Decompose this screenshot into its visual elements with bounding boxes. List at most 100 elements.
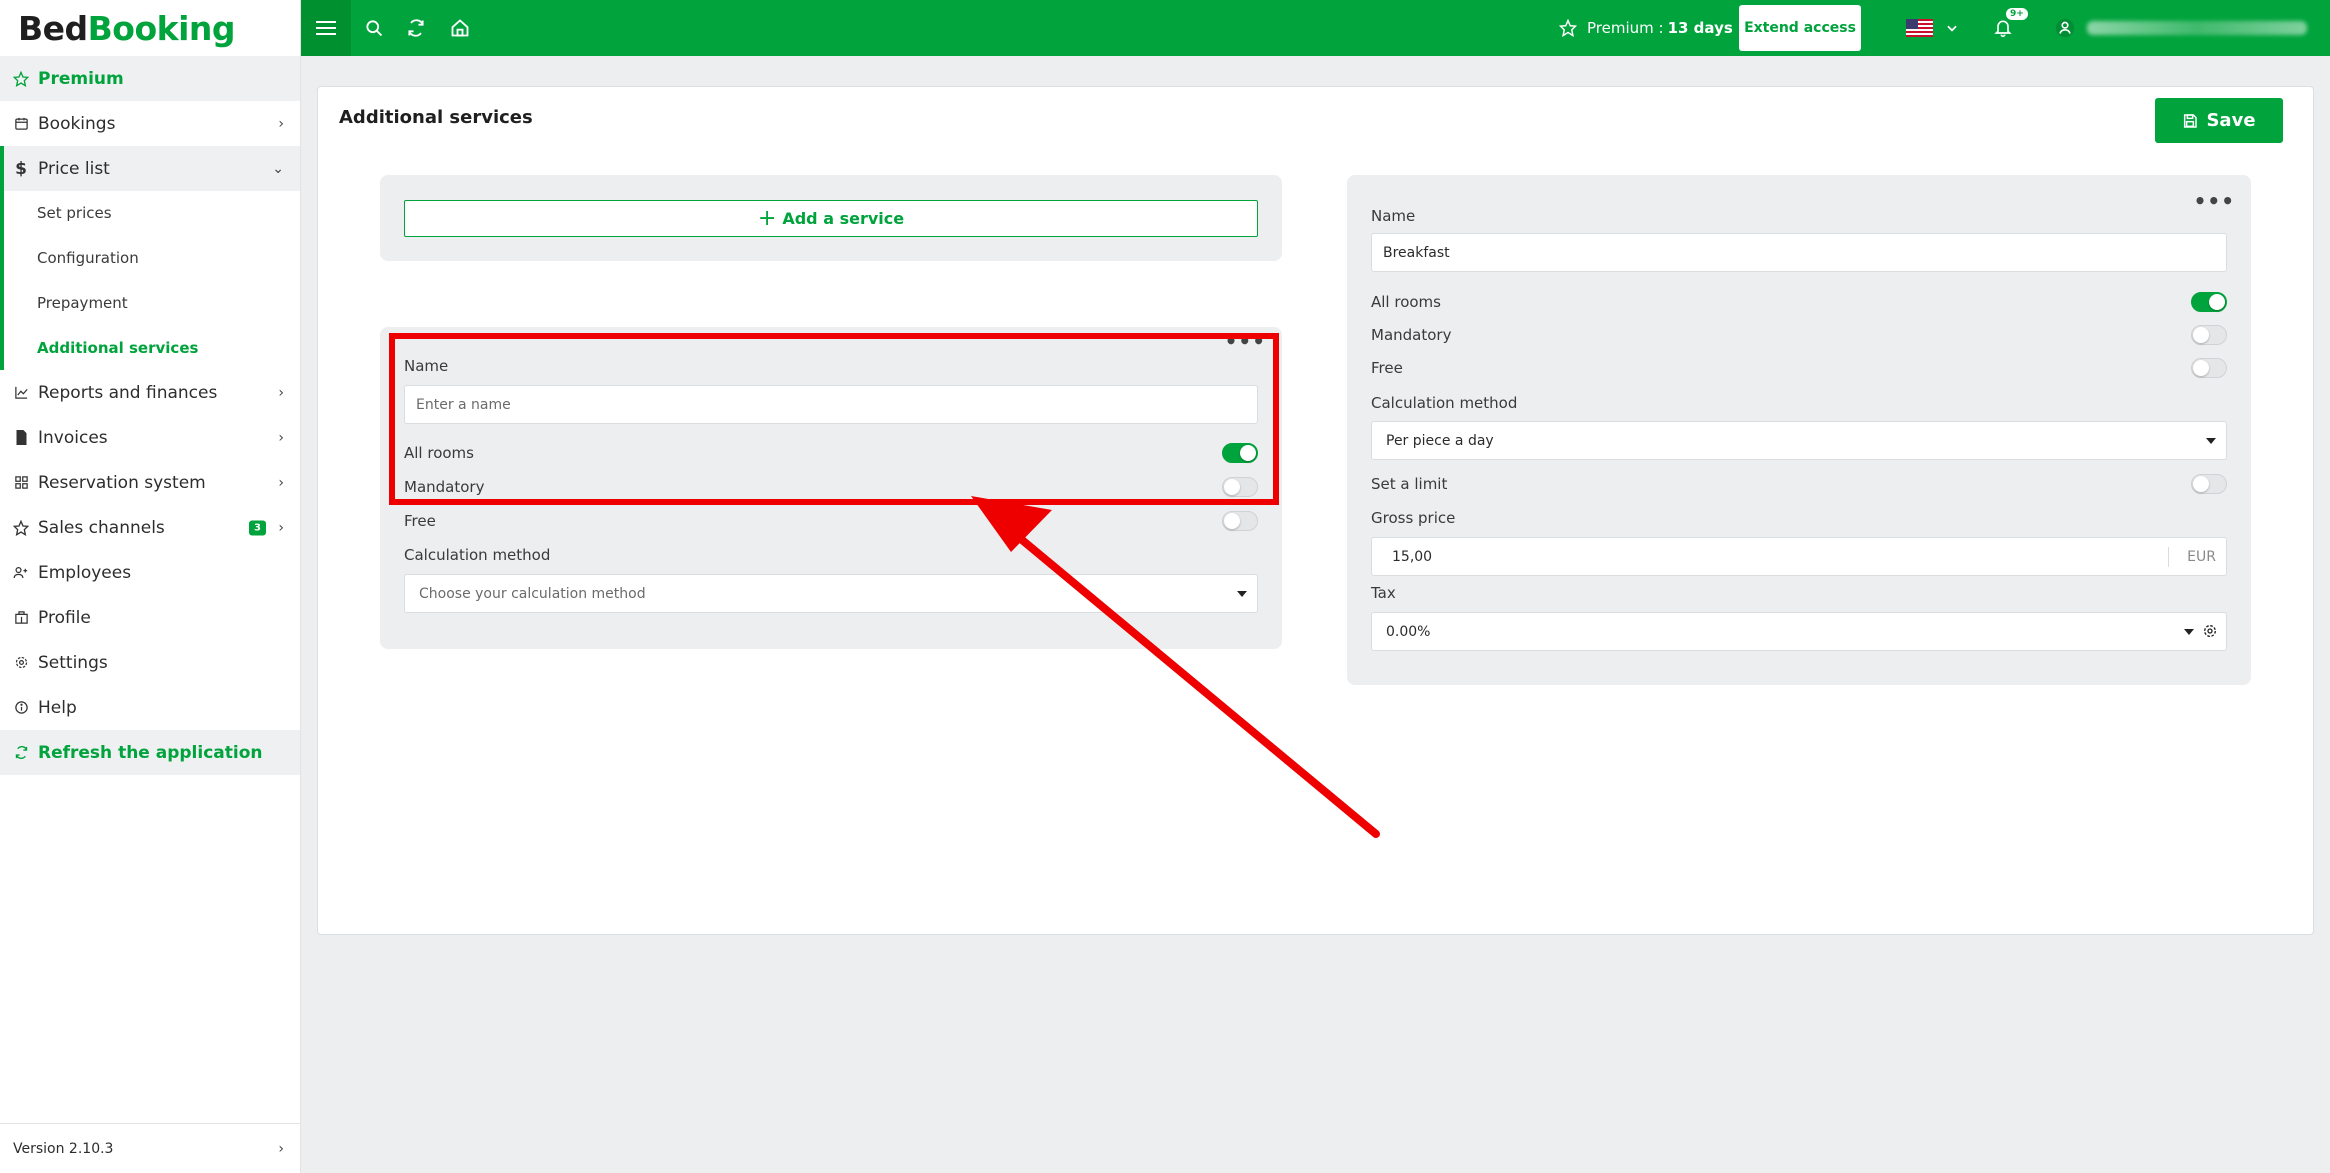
extend-access-button[interactable]: Extend access: [1739, 5, 1861, 51]
sidebar-item-price-list[interactable]: $ Price list ⌄: [0, 146, 300, 191]
version-label: Version 2.10.3: [13, 1140, 114, 1157]
all-rooms-toggle[interactable]: [2191, 292, 2227, 312]
sync-button[interactable]: [403, 15, 429, 41]
calculation-method-select[interactable]: Per piece a day: [1371, 421, 2227, 460]
sidebar-item-bookings[interactable]: Bookings ›: [0, 101, 300, 146]
star-icon: [12, 70, 30, 88]
grid-icon: [12, 474, 30, 492]
toggle-knob: [2193, 476, 2209, 492]
sidebar-item-label: Reservation system: [38, 472, 206, 493]
name-label: Name: [404, 357, 449, 375]
sidebar-subitem-set-prices[interactable]: Set prices: [0, 190, 300, 235]
bell-icon: [1994, 20, 2012, 38]
mandatory-toggle[interactable]: [1222, 477, 1258, 497]
sidebar-item-employees[interactable]: Employees: [0, 550, 300, 595]
mandatory-label: Mandatory: [404, 478, 485, 496]
more-options-icon[interactable]: •••: [1225, 329, 1266, 353]
sidebar-item-invoices[interactable]: Invoices ›: [0, 415, 300, 460]
calculation-method-select[interactable]: Choose your calculation method: [404, 574, 1258, 613]
sidebar-item-label: Bookings: [38, 113, 116, 134]
gear-icon[interactable]: [2202, 623, 2218, 643]
tax-select[interactable]: 0.00%: [1371, 612, 2227, 651]
sidebar-item-premium[interactable]: Premium: [0, 56, 300, 101]
user-name-blurred: [2087, 21, 2307, 35]
caret-down-icon: [2206, 437, 2216, 444]
new-service-form: ••• Name Enter a name All rooms Mandator…: [380, 327, 1282, 649]
chevron-right-icon: ›: [278, 115, 284, 132]
sidebar-subitem-prepayment[interactable]: Prepayment: [0, 280, 300, 325]
toggle-knob: [1224, 513, 1240, 529]
plus-icon: +: [757, 205, 777, 231]
star-icon: [1559, 19, 1577, 37]
sidebar-item-sales-channels[interactable]: Sales channels 3 ›: [0, 505, 300, 550]
sidebar-item-reports[interactable]: Reports and finances ›: [0, 370, 300, 415]
name-value: Breakfast: [1383, 244, 1450, 261]
free-toggle[interactable]: [1222, 511, 1258, 531]
info-icon: [12, 699, 30, 717]
sidebar-subitem-configuration[interactable]: Configuration: [0, 235, 300, 280]
sidebar-item-label: Invoices: [38, 427, 108, 448]
main-card: Additional services Save + Add a service…: [317, 86, 2314, 935]
sidebar-item-label: Refresh the application: [38, 742, 263, 763]
sidebar-item-label: Sales channels: [38, 517, 165, 538]
sales-channels-count-badge: 3: [249, 520, 266, 535]
sidebar-item-label: Help: [38, 697, 77, 718]
chart-icon: [12, 384, 30, 402]
sidebar-item-reservation-system[interactable]: Reservation system ›: [0, 460, 300, 505]
version-info[interactable]: Version 2.10.3 ›: [0, 1123, 300, 1173]
sidebar-subitem-additional-services[interactable]: Additional services: [0, 325, 300, 370]
gross-price-input[interactable]: 15,00 EUR: [1371, 537, 2227, 576]
sidebar-subitem-label: Set prices: [37, 203, 112, 222]
add-service-label: Add a service: [782, 209, 905, 228]
more-options-icon[interactable]: •••: [2194, 189, 2235, 213]
home-button[interactable]: [447, 15, 473, 41]
toggle-knob: [1224, 479, 1240, 495]
sidebar-item-refresh[interactable]: Refresh the application: [0, 730, 300, 775]
extend-access-label: Extend access: [1744, 20, 1856, 36]
premium-status[interactable]: Premium : 13 days: [1559, 0, 1733, 56]
hamburger-icon: [316, 21, 336, 35]
user-plus-icon: [12, 564, 30, 582]
sidebar-subitem-label: Configuration: [37, 248, 139, 267]
name-placeholder: Enter a name: [416, 396, 511, 413]
add-service-panel: + Add a service: [380, 175, 1282, 261]
name-label: Name: [1371, 207, 1416, 225]
language-dropdown[interactable]: [1939, 15, 1965, 41]
search-button[interactable]: [361, 15, 387, 41]
free-label: Free: [404, 512, 436, 530]
gross-price-label: Gross price: [1371, 509, 1456, 527]
all-rooms-label: All rooms: [1371, 293, 1441, 311]
dollar-icon: $: [15, 158, 27, 179]
chevron-down-icon: [1947, 25, 1957, 32]
refresh-icon: [12, 744, 30, 762]
home-icon: [451, 19, 469, 37]
gear-icon: [12, 654, 30, 672]
set-limit-toggle[interactable]: [2191, 474, 2227, 494]
add-service-button[interactable]: + Add a service: [404, 200, 1258, 237]
calendar-icon: [12, 115, 30, 133]
all-rooms-toggle[interactable]: [1222, 443, 1258, 463]
sidebar-item-help[interactable]: Help: [0, 685, 300, 730]
tax-value: 0.00%: [1386, 623, 1431, 640]
name-input[interactable]: Enter a name: [404, 385, 1258, 424]
us-flag-icon[interactable]: [1906, 19, 1933, 37]
user-menu-button[interactable]: [2052, 15, 2078, 41]
name-input[interactable]: Breakfast: [1371, 233, 2227, 272]
chevron-right-icon: ›: [278, 519, 284, 536]
free-toggle[interactable]: [2191, 358, 2227, 378]
search-icon: [366, 20, 383, 37]
mandatory-toggle[interactable]: [2191, 325, 2227, 345]
sidebar-item-settings[interactable]: Settings: [0, 640, 300, 685]
sidebar-item-label: Employees: [38, 562, 132, 583]
currency-suffix: EUR: [2168, 547, 2226, 567]
caret-down-icon: [1237, 590, 1247, 597]
premium-label: Premium :: [1587, 19, 1664, 37]
sidebar-subitem-label: Additional services: [37, 338, 199, 357]
toggle-knob: [2193, 327, 2209, 343]
sidebar-item-profile[interactable]: Profile: [0, 595, 300, 640]
save-button[interactable]: Save: [2155, 98, 2283, 143]
top-bar: Premium : 13 days Extend access 9+: [301, 0, 2330, 56]
sidebar-item-label: Price list: [38, 158, 110, 179]
app-logo[interactable]: Bed Booking: [0, 0, 300, 56]
menu-button[interactable]: [301, 0, 351, 56]
